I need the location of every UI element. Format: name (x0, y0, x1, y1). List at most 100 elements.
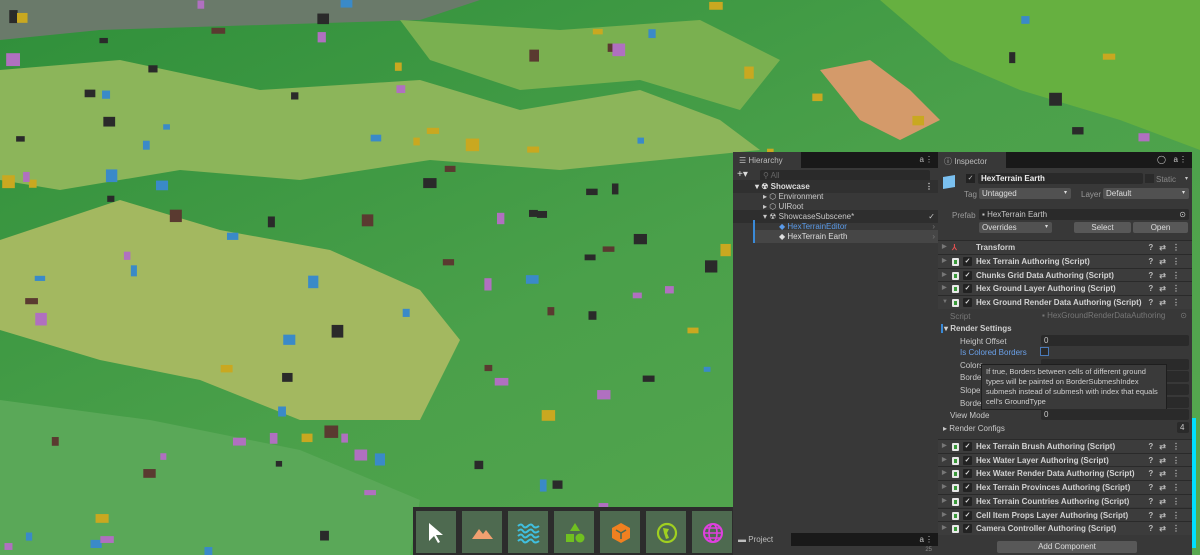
foldout-arrow-icon[interactable]: ▶ (942, 495, 947, 508)
tab-hierarchy[interactable]: ☰ Hierarchy (733, 152, 801, 168)
foldout-arrow-icon[interactable]: ▶ (942, 522, 947, 535)
debug-toggle-icon[interactable]: ◯ (1157, 155, 1166, 164)
tool-button-shapes[interactable] (553, 510, 595, 554)
height-offset-input[interactable]: 0 (1041, 335, 1189, 346)
lock-icon[interactable]: a (920, 155, 924, 164)
more-menu-icon[interactable]: ⋮ (1179, 155, 1187, 164)
more-menu-icon[interactable]: ⋮ (925, 535, 933, 544)
component-header[interactable]: ▶ ✓ Hex Ground Layer Authoring (Script) ?⇄⋮ (938, 281, 1192, 296)
terrain-prop (536, 210, 548, 218)
layer-dropdown[interactable]: Default ▾ (1103, 188, 1189, 199)
open-button[interactable]: Open (1133, 222, 1188, 233)
enabled-checkbox[interactable]: ✓ (963, 442, 972, 451)
component-header[interactable]: ▶ ✓ Hex Water Render Data Authoring (Scrip… (938, 466, 1192, 481)
terrain-prop (34, 275, 46, 281)
component-transform[interactable]: ▶ ⅄ Transform ?⇄⋮ (938, 240, 1192, 254)
tool-button-cursor[interactable] (415, 510, 457, 554)
hierarchy-item-hexterrain-earth[interactable]: ◆ HexTerrain Earth › (753, 230, 938, 243)
enabled-checkbox[interactable]: ✓ (963, 257, 972, 266)
static-checkbox[interactable] (1145, 174, 1154, 183)
component-header[interactable]: ▶ ✓ Hex Terrain Brush Authoring (Script) ?⇄… (938, 439, 1192, 453)
component-tools[interactable]: ?⇄⋮ (1148, 255, 1186, 268)
select-button[interactable]: Select (1074, 222, 1131, 233)
lock-icon[interactable]: a (1174, 155, 1178, 164)
tag-dropdown[interactable]: Untagged ▾ (979, 188, 1071, 199)
component-header[interactable]: ▶ ✓ Hex Terrain Provinces Authoring (Scrip… (938, 480, 1192, 494)
tab-inspector[interactable]: ⓘ Inspector (938, 152, 1006, 168)
is-colored-borders-checkbox[interactable] (1040, 347, 1049, 356)
prefab-field[interactable]: ▪ HexTerrain Earth ⊙ (979, 209, 1189, 220)
enabled-checkbox[interactable]: ✓ (963, 510, 972, 520)
object-name-field[interactable]: HexTerrain Earth (978, 173, 1143, 184)
terrain-prop (539, 479, 547, 492)
active-checkbox[interactable]: ✓ (966, 174, 975, 183)
tab-project[interactable]: ▬ Project (733, 533, 791, 546)
component-tools[interactable]: ?⇄⋮ (1148, 467, 1186, 480)
lock-icon[interactable]: a (920, 535, 924, 544)
component-tools[interactable]: ?⇄⋮ (1148, 509, 1186, 522)
terrain-prop (1021, 16, 1030, 24)
tool-button-cube[interactable] (599, 510, 641, 554)
component-tools[interactable]: ?⇄⋮ (1148, 269, 1186, 282)
add-component-button[interactable]: Add Component (997, 541, 1137, 553)
static-dropdown-icon[interactable]: ▾ (1185, 175, 1188, 182)
enabled-checkbox[interactable]: ✓ (963, 270, 972, 280)
component-tools[interactable]: ?⇄⋮ (1148, 241, 1186, 254)
script-field[interactable]: ▪ HexGroundRenderDataAuthoring ⊙ (1042, 311, 1190, 320)
component-header[interactable]: ▶ ✓ Hex Terrain Countries Authoring (Scrip… (938, 493, 1192, 508)
enabled-checkbox[interactable]: ✓ (963, 469, 972, 479)
terrain-prop (324, 425, 339, 438)
view-mode-input[interactable]: 0 (1041, 409, 1189, 420)
terrain-prop (703, 366, 711, 372)
tool-button-water-waves[interactable] (507, 510, 549, 554)
foldout-arrow-icon[interactable]: ▶ (942, 481, 947, 494)
foldout-arrow-icon[interactable]: ▶ (942, 269, 947, 282)
render-settings-foldout[interactable]: ▾ Render Settings (941, 324, 1012, 333)
tool-button-mountains[interactable] (461, 510, 503, 554)
terrain-prop (51, 437, 59, 446)
component-tools[interactable]: ?⇄⋮ (1148, 522, 1186, 535)
enabled-checkbox[interactable]: ✓ (963, 483, 972, 493)
enabled-checkbox[interactable]: ✓ (963, 496, 972, 506)
create-button[interactable]: +▾ (737, 169, 748, 180)
foldout-arrow-icon[interactable]: ▶ (942, 282, 947, 295)
component-header[interactable]: ▼ ✓ Hex Ground Render Data Authoring (Scri… (938, 295, 1192, 309)
render-configs-count[interactable]: 4 (1177, 422, 1189, 433)
foldout-arrow-icon[interactable]: ▶ (942, 440, 947, 453)
foldout-arrow-icon[interactable]: ▼ (942, 296, 948, 309)
component-header[interactable]: ▶ ✓ Cell Item Props Layer Authoring (Scrip… (938, 507, 1192, 522)
terrain-prop (586, 188, 598, 196)
enabled-checkbox[interactable]: ✓ (963, 524, 972, 534)
component-header[interactable]: ▶ ✓ Camera Controller Authoring (Script) ?⇄… (938, 521, 1192, 535)
tool-button-globe-continent[interactable] (645, 510, 687, 554)
overrides-dropdown[interactable]: Overrides ▾ (979, 222, 1052, 233)
terrain-prop (1009, 52, 1016, 64)
component-tools[interactable]: ?⇄⋮ (1148, 282, 1186, 295)
enabled-checkbox[interactable]: ✓ (963, 284, 972, 294)
component-header[interactable]: ▶ ✓ Chunks Grid Data Authoring (Script) ?⇄⋮ (938, 267, 1192, 282)
terrain-prop (1072, 127, 1084, 135)
is-colored-borders-label: Is Colored Borders (960, 348, 1027, 357)
foldout-arrow-icon[interactable]: ▶ (942, 454, 947, 467)
component-label: Hex Terrain Authoring (Script) (976, 257, 1090, 266)
foldout-arrow-icon[interactable]: ▶ (942, 467, 947, 480)
component-tools[interactable]: ?⇄⋮ (1148, 481, 1186, 494)
foldout-arrow-icon[interactable]: ▶ (942, 509, 947, 522)
terrain-prop (354, 449, 368, 461)
foldout-arrow-icon[interactable]: ▶ (942, 255, 947, 268)
search-placeholder: All (770, 171, 780, 180)
component-tools[interactable]: ?⇄⋮ (1148, 296, 1186, 309)
component-tools[interactable]: ?⇄⋮ (1148, 495, 1186, 508)
component-tools[interactable]: ?⇄⋮ (1148, 440, 1186, 453)
layer-label: Layer (1081, 190, 1102, 199)
tool-button-globe-grid[interactable] (691, 510, 733, 554)
more-menu-icon[interactable]: ⋮ (925, 155, 933, 164)
component-tools[interactable]: ?⇄⋮ (1148, 454, 1186, 467)
scrollbar[interactable] (1192, 418, 1196, 548)
enabled-checkbox[interactable]: ✓ (963, 298, 972, 308)
component-header[interactable]: ▶ ✓ Hex Water Layer Authoring (Script) ?⇄⋮ (938, 452, 1192, 467)
render-configs-foldout[interactable]: ▸ Render Configs (943, 424, 1005, 433)
component-header[interactable]: ▶ ✓ Hex Terrain Authoring (Script) ?⇄⋮ (938, 254, 1192, 268)
enabled-checkbox[interactable]: ✓ (963, 455, 972, 465)
asset-count-badge: 25 (925, 547, 932, 553)
